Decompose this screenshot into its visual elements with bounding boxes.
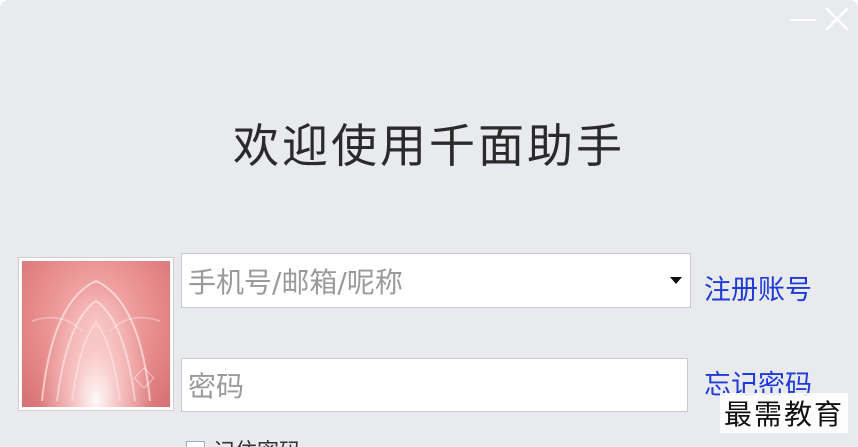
account-input-placeholder[interactable]: 手机号/邮箱/呢称 [188,261,662,301]
welcome-title: 欢迎使用千面助手 [233,119,625,173]
password-field[interactable]: 密码 [181,358,688,412]
minimize-button[interactable] [788,4,818,34]
caret-down-icon [670,276,682,284]
remember-password[interactable]: 记住密码 [186,434,301,447]
avatar[interactable] [18,257,174,411]
avatar-image [22,261,170,407]
remember-checkbox[interactable] [186,440,205,447]
register-link[interactable]: 注册账号 [704,268,812,307]
password-input-placeholder[interactable]: 密码 [188,365,687,405]
account-field[interactable]: 手机号/邮箱/呢称 [181,253,691,308]
close-button[interactable] [822,4,852,34]
remember-label: 记住密码 [213,434,301,447]
minimize-icon [790,19,816,21]
account-dropdown-button[interactable] [662,254,690,307]
window-controls [788,4,852,34]
login-window: 欢迎使用千面助手 手机号/邮箱/呢称 注册账号 密码 忘记密码 记住密码 [0,0,858,447]
watermark: 最需教育 [719,393,848,433]
avatar-pattern [31,279,161,402]
close-icon [825,7,849,31]
